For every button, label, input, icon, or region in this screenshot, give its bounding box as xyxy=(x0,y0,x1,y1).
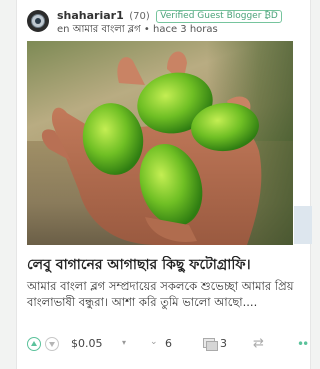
meta-separator: • xyxy=(143,24,150,35)
comment-bubble-front xyxy=(206,341,218,351)
post-meta: en আমার বাংলা ব্লগ • hace 3 horas xyxy=(57,23,218,36)
payout-caret-icon[interactable]: ▾ xyxy=(122,338,126,347)
post-footer: $0.05 ▾ ⌄ 6 3 ⇄ •• xyxy=(27,334,309,354)
hand-with-lemons-illustration xyxy=(41,51,262,245)
avatar[interactable] xyxy=(27,10,49,32)
avatar-dot xyxy=(35,18,41,24)
post-snippet[interactable]: আমার বাংলা ব্লগ সম্প্রদায়ের সকলকে শুভেচ… xyxy=(27,278,299,310)
comments-count[interactable]: 3 xyxy=(220,337,227,351)
verified-badge: Verified Guest Blogger ₿D xyxy=(156,10,282,23)
downvote-button[interactable] xyxy=(45,337,59,351)
post-card[interactable]: shahariar1 (70) Verified Guest Blogger ₿… xyxy=(16,0,312,369)
post-meta-prefix: en xyxy=(57,24,70,35)
payout-value[interactable]: $0.05 xyxy=(71,337,103,351)
author-reputation: (70) xyxy=(129,11,150,22)
community-link[interactable]: আমার বাংলা ব্লগ xyxy=(73,24,141,35)
votes-count[interactable]: 6 xyxy=(165,337,172,351)
post-title[interactable]: লেবু বাগানের আগাছার কিছু ফটোগ্রাফি। xyxy=(27,256,309,274)
comments-icon[interactable] xyxy=(203,338,218,351)
post-image[interactable] xyxy=(27,41,293,245)
upvote-button[interactable] xyxy=(27,337,41,351)
post-header: shahariar1 (70) Verified Guest Blogger ₿… xyxy=(27,9,304,39)
author-link[interactable]: shahariar1 xyxy=(57,9,124,22)
post-time[interactable]: hace 3 horas xyxy=(153,24,218,35)
author-line: shahariar1 (70) Verified Guest Blogger ₿… xyxy=(57,9,282,24)
voters-chevron-icon[interactable]: ⌄ xyxy=(150,337,158,347)
adjacent-panel-edge xyxy=(294,206,312,244)
more-options-icon[interactable]: •• xyxy=(297,337,309,351)
resteem-icon[interactable]: ⇄ xyxy=(253,337,264,351)
